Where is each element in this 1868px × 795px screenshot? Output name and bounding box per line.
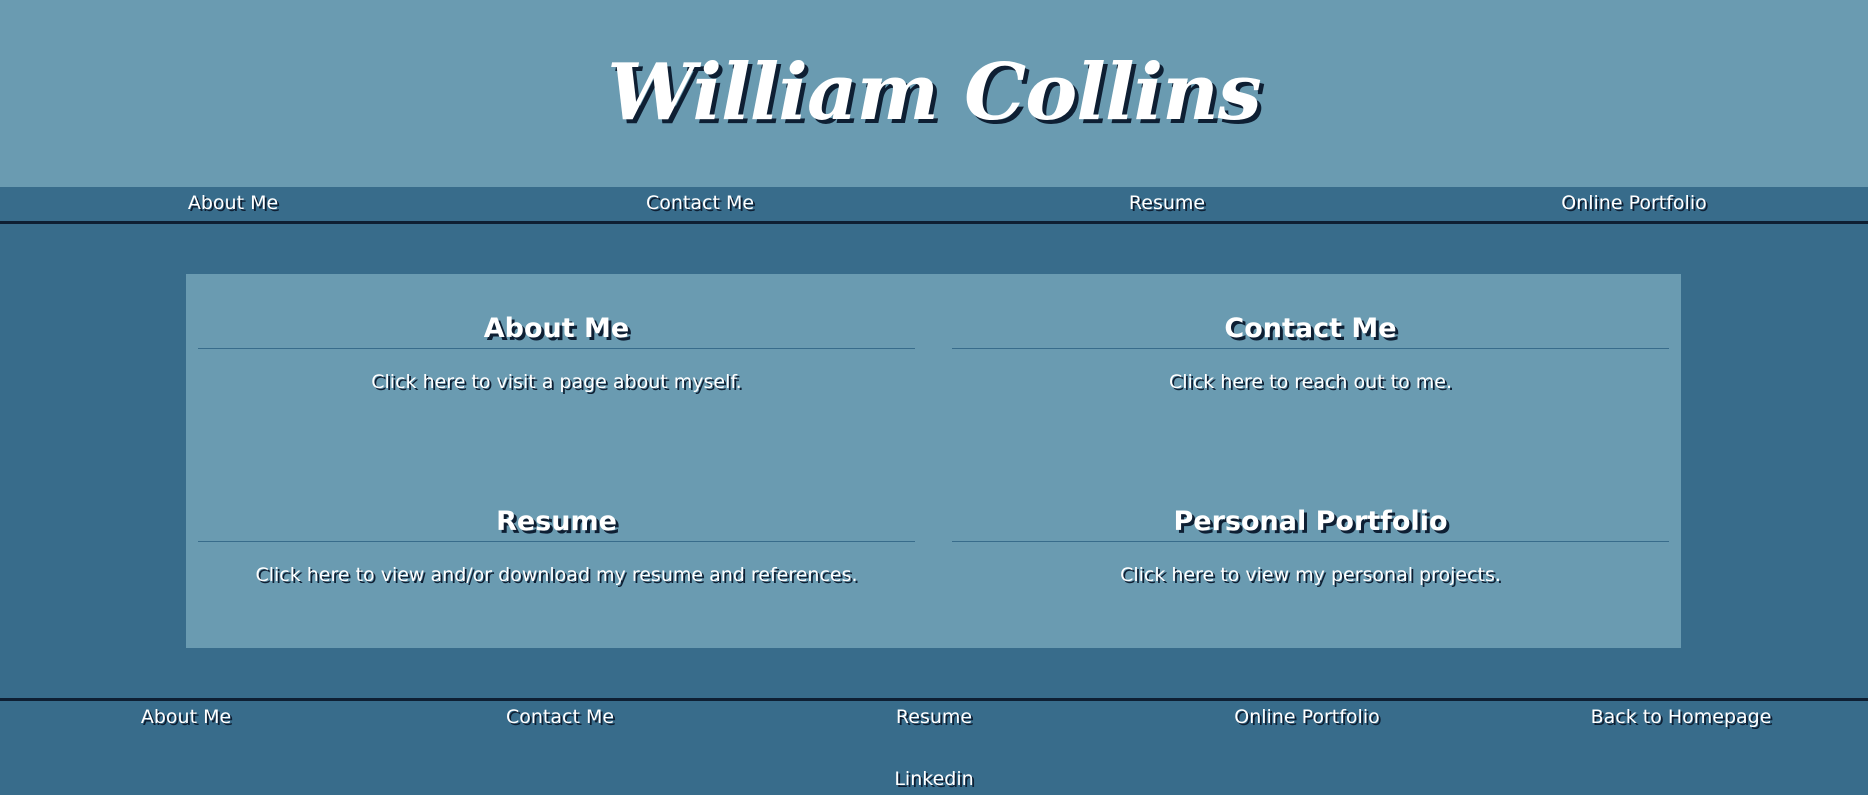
nav-contact-me-link[interactable]: Contact Me (646, 192, 754, 214)
site-title: William Collins (607, 47, 1262, 138)
footer-linkedin-link[interactable]: Linkedin (894, 768, 973, 790)
nav-online-portfolio-link[interactable]: Online Portfolio (1561, 192, 1707, 214)
footer-online-portfolio-link[interactable]: Online Portfolio (1234, 706, 1380, 728)
about-me-heading: About Me (198, 310, 915, 349)
footer-resume-link[interactable]: Resume (896, 706, 972, 728)
content-panel: About Me Click here to visit a page abou… (186, 274, 1681, 648)
site-header: William Collins (0, 0, 1868, 187)
contact-me-card[interactable]: Contact Me Click here to reach out to me… (952, 310, 1669, 393)
footer-contact-me-link[interactable]: Contact Me (506, 706, 614, 728)
resume-heading: Resume (198, 503, 915, 542)
nav-resume-link[interactable]: Resume (1129, 192, 1205, 214)
resume-card[interactable]: Resume Click here to view and/or downloa… (198, 503, 915, 586)
contact-me-description[interactable]: Click here to reach out to me. (952, 371, 1669, 393)
contact-me-heading: Contact Me (952, 310, 1669, 349)
personal-portfolio-heading: Personal Portfolio (952, 503, 1669, 542)
about-me-card[interactable]: About Me Click here to visit a page abou… (198, 310, 915, 393)
personal-portfolio-description[interactable]: Click here to view my personal projects. (952, 564, 1669, 586)
nav-about-me-link[interactable]: About Me (188, 192, 278, 214)
about-me-description[interactable]: Click here to visit a page about myself. (198, 371, 915, 393)
personal-portfolio-card[interactable]: Personal Portfolio Click here to view my… (952, 503, 1669, 586)
footer-back-to-homepage-link[interactable]: Back to Homepage (1591, 706, 1772, 728)
top-nav: About Me Contact Me Resume Online Portfo… (0, 187, 1868, 224)
resume-description[interactable]: Click here to view and/or download my re… (198, 564, 915, 586)
site-footer: About Me Contact Me Resume Online Portfo… (0, 698, 1868, 795)
footer-about-me-link[interactable]: About Me (141, 706, 231, 728)
